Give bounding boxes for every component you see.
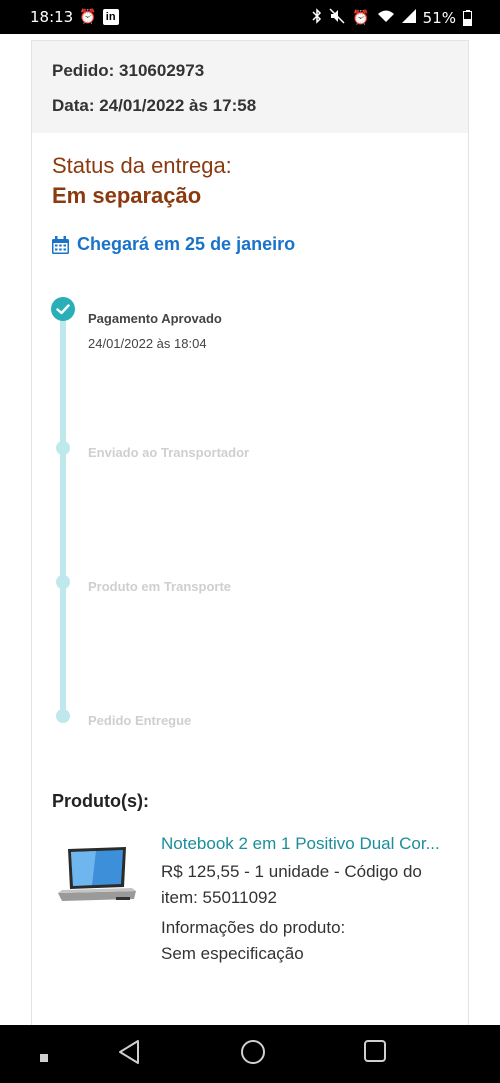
navigation-bar: [0, 1025, 500, 1083]
battery-percent: 51%: [422, 9, 456, 27]
delivery-eta-text: Chegará em 25 de janeiro: [77, 234, 296, 254]
product-image[interactable]: [56, 845, 138, 907]
product-price-line: R$ 125,55 - 1 unidade - Código do item: …: [161, 862, 422, 907]
product-info: Informações do produto: Sem especificaçã…: [161, 915, 451, 967]
product-name-link[interactable]: Notebook 2 em 1 Positivo Dual Cor...: [161, 834, 451, 854]
delivery-eta: Chegará em 25 de janeiro: [52, 234, 295, 255]
order-date: Data: 24/01/2022 às 17:58: [52, 96, 257, 115]
home-icon[interactable]: [240, 1039, 266, 1070]
order-number: Pedido: 310602973: [52, 61, 205, 80]
timeline-step-payment: Pagamento Aprovado: [88, 311, 222, 326]
check-circle-icon: [51, 297, 75, 321]
battery-icon: [463, 10, 472, 26]
status-bar: 18:13 ⏰ in ⏰ 51%: [0, 0, 500, 34]
timeline-dot: [56, 441, 70, 455]
alarm-icon: ⏰: [352, 10, 370, 26]
order-card: Pedido: 310602973 Data: 24/01/2022 às 17…: [31, 40, 469, 1040]
timeline-step-payment-date: 24/01/2022 às 18:04: [88, 336, 207, 351]
linkedin-icon: in: [102, 9, 119, 25]
order-header: Pedido: 310602973 Data: 24/01/2022 às 17…: [32, 41, 468, 133]
product-info-label: Informações do produto:: [161, 918, 346, 937]
recent-apps-dot-icon[interactable]: [40, 1049, 48, 1067]
alarm-icon: ⏰: [79, 9, 97, 25]
overview-icon[interactable]: [363, 1039, 387, 1068]
products-title: Produto(s):: [52, 791, 149, 811]
wifi-icon: [377, 9, 395, 27]
clock-time: 18:13: [30, 8, 74, 26]
delivery-status-label: Status da entrega:: [52, 153, 232, 178]
timeline-track: [60, 310, 66, 718]
signal-icon: [401, 9, 416, 27]
product-info-value: Sem especificação: [161, 944, 304, 963]
delivery-status-value: Em separação: [52, 183, 202, 208]
calendar-icon: [52, 235, 69, 254]
bluetooth-icon: [312, 8, 322, 28]
mute-icon: [329, 8, 345, 28]
timeline-step-shipped: Enviado ao Transportador: [88, 445, 250, 460]
timeline-dot: [56, 709, 70, 723]
timeline-step-in-transit: Produto em Transporte: [88, 579, 232, 594]
timeline-dot: [56, 575, 70, 589]
timeline-step-delivered: Pedido Entregue: [88, 713, 192, 728]
back-icon[interactable]: [117, 1039, 141, 1070]
